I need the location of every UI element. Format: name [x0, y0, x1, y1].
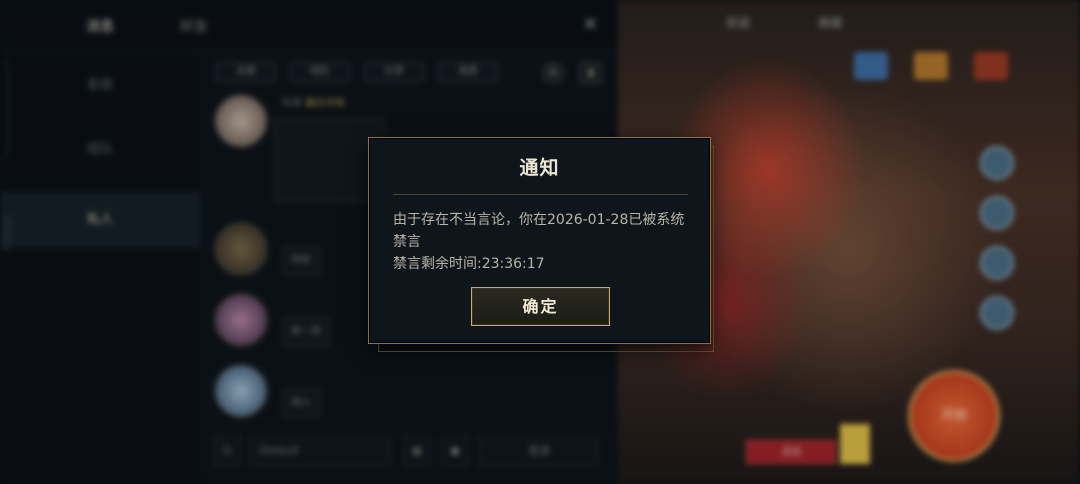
dialog-message: 由于存在不当言论，你在2026-01-28已被系统 禁言 禁言剩余时间:23:3… — [393, 209, 693, 275]
divider — [393, 194, 688, 195]
message-line: 禁言 — [393, 234, 421, 250]
mute-remaining-time: 禁言剩余时间:23:36:17 — [393, 256, 545, 272]
confirm-button[interactable]: 确定 — [471, 287, 610, 326]
dialog-title: 通知 — [519, 157, 560, 179]
message-line: 由于存在不当言论，你在2026-01-28已被系统 — [393, 212, 685, 228]
notice-dialog: 通知 由于存在不当言论，你在2026-01-28已被系统 禁言 禁言剩余时间:2… — [368, 137, 711, 344]
